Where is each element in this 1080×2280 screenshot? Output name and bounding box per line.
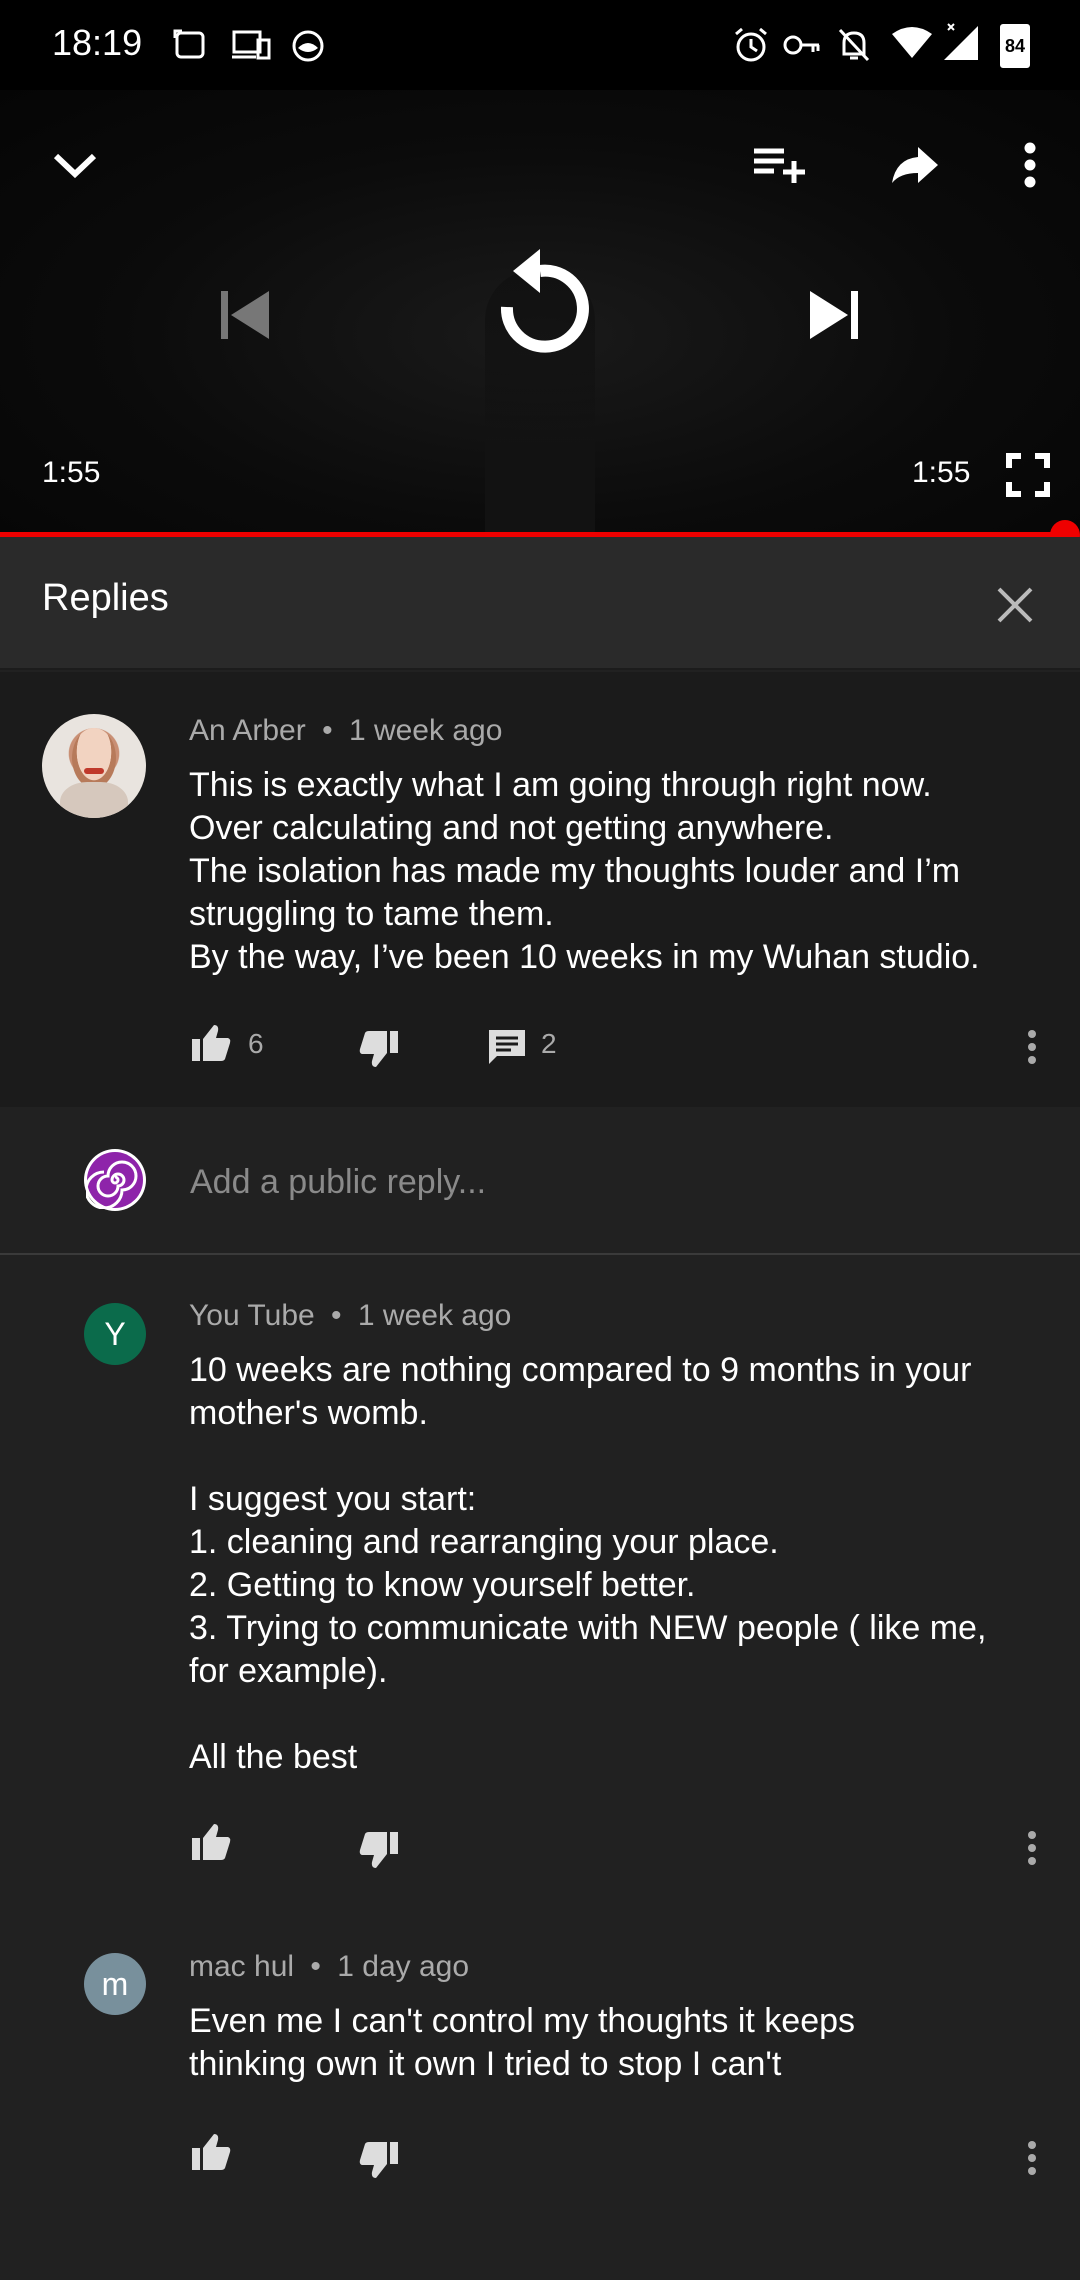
comment-author[interactable]: You Tube bbox=[189, 1299, 315, 1332]
comment-icon bbox=[489, 1030, 525, 1064]
wifi-icon bbox=[892, 27, 932, 58]
add-to-playlist-button[interactable] bbox=[745, 130, 815, 200]
like-count: 6 bbox=[248, 1028, 264, 1059]
comment-age: 1 week ago bbox=[348, 714, 503, 747]
signal-icon bbox=[944, 23, 978, 60]
skip-next-icon bbox=[810, 291, 858, 339]
reply-input[interactable] bbox=[190, 1157, 990, 1207]
previous-button[interactable] bbox=[205, 275, 285, 355]
current-time: 1:55 bbox=[42, 456, 101, 489]
comment-text: Even me I can't control my thoughts it k… bbox=[189, 2002, 856, 2083]
replay-icon bbox=[500, 249, 589, 353]
vpn-key-icon bbox=[783, 35, 820, 55]
more-vertical-icon bbox=[1028, 1831, 1036, 1865]
avatar[interactable] bbox=[42, 714, 146, 818]
comment-options-button[interactable] bbox=[1012, 1823, 1052, 1873]
user-avatar[interactable] bbox=[84, 1149, 146, 1211]
mute-bell-icon bbox=[838, 28, 870, 62]
meta-separator: • bbox=[310, 1950, 321, 1983]
thumb-up-icon bbox=[192, 1025, 231, 1061]
vpn-app-icon bbox=[292, 30, 324, 62]
alarm-icon bbox=[735, 27, 767, 62]
video-player[interactable]: 1:55 1:55 bbox=[0, 90, 1080, 540]
like-button[interactable] bbox=[186, 1018, 236, 1068]
meta-separator: • bbox=[331, 1299, 342, 1332]
thumb-up-icon bbox=[192, 1824, 231, 1860]
comment-meta: An Arber • 1 week ago bbox=[189, 714, 502, 748]
thumb-down-icon bbox=[359, 1031, 398, 1067]
reply-count: 2 bbox=[541, 1028, 557, 1059]
more-vertical-icon bbox=[1024, 142, 1036, 188]
view-replies-button[interactable] bbox=[482, 1022, 532, 1072]
more-vertical-icon bbox=[1028, 2141, 1036, 2175]
comment-options-button[interactable] bbox=[1012, 2133, 1052, 2183]
chevron-down-icon bbox=[53, 153, 97, 179]
like-button[interactable] bbox=[186, 1817, 236, 1867]
replies-header: Replies bbox=[0, 537, 1080, 670]
minimize-button[interactable] bbox=[40, 130, 110, 200]
dislike-button[interactable] bbox=[354, 1024, 404, 1074]
cast-devices-icon bbox=[232, 30, 271, 60]
comment-author[interactable]: An Arber bbox=[189, 714, 306, 747]
spiral-avatar-icon bbox=[86, 1152, 143, 1209]
like-button[interactable] bbox=[186, 2127, 236, 2177]
next-button[interactable] bbox=[794, 275, 874, 355]
close-icon bbox=[997, 587, 1033, 623]
thumb-down-icon bbox=[359, 2142, 398, 2178]
battery-icon: 84 bbox=[1000, 24, 1030, 68]
fullscreen-button[interactable] bbox=[995, 442, 1060, 507]
comment-options-button[interactable] bbox=[1012, 1022, 1052, 1072]
avatar[interactable]: Y bbox=[84, 1303, 146, 1365]
status-time: 18:19 bbox=[52, 22, 143, 63]
comment-author[interactable]: mac hul bbox=[189, 1950, 294, 1983]
share-button[interactable] bbox=[880, 130, 950, 200]
reply-item: Y You Tube • 1 week ago 10 weeks are not… bbox=[0, 1257, 1080, 1877]
parent-comment: An Arber • 1 week ago This is exactly wh… bbox=[0, 672, 1080, 1107]
playlist-add-icon bbox=[754, 148, 805, 183]
meta-separator: • bbox=[322, 714, 333, 747]
more-vertical-icon bbox=[1028, 1030, 1036, 1064]
comment-age: 1 week ago bbox=[357, 1299, 512, 1332]
thumb-down-icon bbox=[359, 1832, 398, 1868]
share-icon bbox=[892, 147, 938, 183]
replies-title: Replies bbox=[42, 577, 169, 619]
dislike-button[interactable] bbox=[354, 2135, 404, 2185]
battery-level: 84 bbox=[1004, 35, 1026, 56]
duration: 1:55 bbox=[912, 456, 971, 489]
more-options-button[interactable] bbox=[1000, 130, 1060, 200]
thumb-up-icon bbox=[192, 2134, 231, 2170]
comment-meta: You Tube • 1 week ago bbox=[189, 1299, 511, 1333]
avatar[interactable]: m bbox=[84, 1953, 146, 2015]
skip-previous-icon bbox=[221, 291, 269, 339]
comment-age: 1 day ago bbox=[337, 1950, 470, 1983]
reply-composer bbox=[0, 1107, 1080, 1255]
status-bar: 18:19 84 bbox=[0, 0, 1080, 90]
replay-button[interactable] bbox=[480, 240, 600, 370]
screenshot-icon bbox=[173, 29, 205, 59]
fullscreen-icon bbox=[1005, 452, 1050, 497]
comment-text: This is exactly what I am going through … bbox=[189, 766, 980, 976]
reply-item: m mac hul • 1 day ago Even me I can't co… bbox=[0, 1908, 1080, 2238]
comment-meta: mac hul • 1 day ago bbox=[189, 1950, 469, 1984]
comment-text: 10 weeks are nothing compared to 9 month… bbox=[189, 1351, 987, 1776]
dislike-button[interactable] bbox=[354, 1825, 404, 1875]
close-replies-button[interactable] bbox=[985, 575, 1045, 635]
